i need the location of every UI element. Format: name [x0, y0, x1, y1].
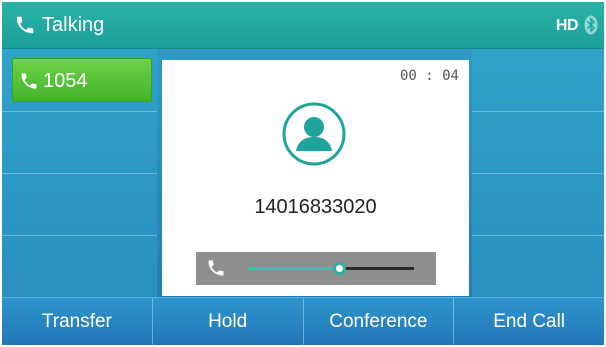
row-divider — [2, 235, 157, 236]
right-keys-panel — [472, 49, 604, 297]
handset-icon — [21, 73, 37, 89]
softkey-bar: Transfer Hold Conference End Call — [2, 297, 604, 345]
volume-fill — [248, 267, 340, 270]
hd-audio-badge: HD — [555, 17, 579, 34]
handset-icon — [16, 16, 34, 34]
conference-button[interactable]: Conference — [304, 298, 455, 345]
row-divider — [472, 173, 604, 174]
line-key-label: 1054 — [43, 70, 88, 92]
call-status-title: Talking — [42, 14, 105, 36]
phone-screen: Talking HD 1054 00 : 04 14016833020 Tran… — [2, 2, 604, 345]
volume-bar — [196, 252, 436, 285]
volume-knob[interactable] — [333, 262, 347, 275]
bluetooth-icon — [584, 15, 598, 35]
volume-slider[interactable] — [248, 262, 414, 275]
row-divider — [472, 111, 604, 112]
hold-button[interactable]: Hold — [153, 298, 304, 345]
row-divider — [472, 235, 604, 236]
line-keys-panel: 1054 — [2, 49, 157, 297]
transfer-button[interactable]: Transfer — [2, 298, 153, 345]
caller-number: 14016833020 — [254, 196, 377, 218]
row-divider — [2, 173, 157, 174]
call-info-card: 00 : 04 14016833020 — [162, 60, 469, 296]
contact-avatar-icon — [282, 102, 346, 166]
handset-icon — [208, 260, 224, 276]
end-call-button[interactable]: End Call — [454, 298, 604, 345]
call-timer: 00 : 04 — [399, 68, 459, 84]
status-bar: Talking HD — [2, 2, 604, 49]
row-divider — [2, 111, 157, 112]
line-key-1054[interactable]: 1054 — [12, 58, 152, 102]
